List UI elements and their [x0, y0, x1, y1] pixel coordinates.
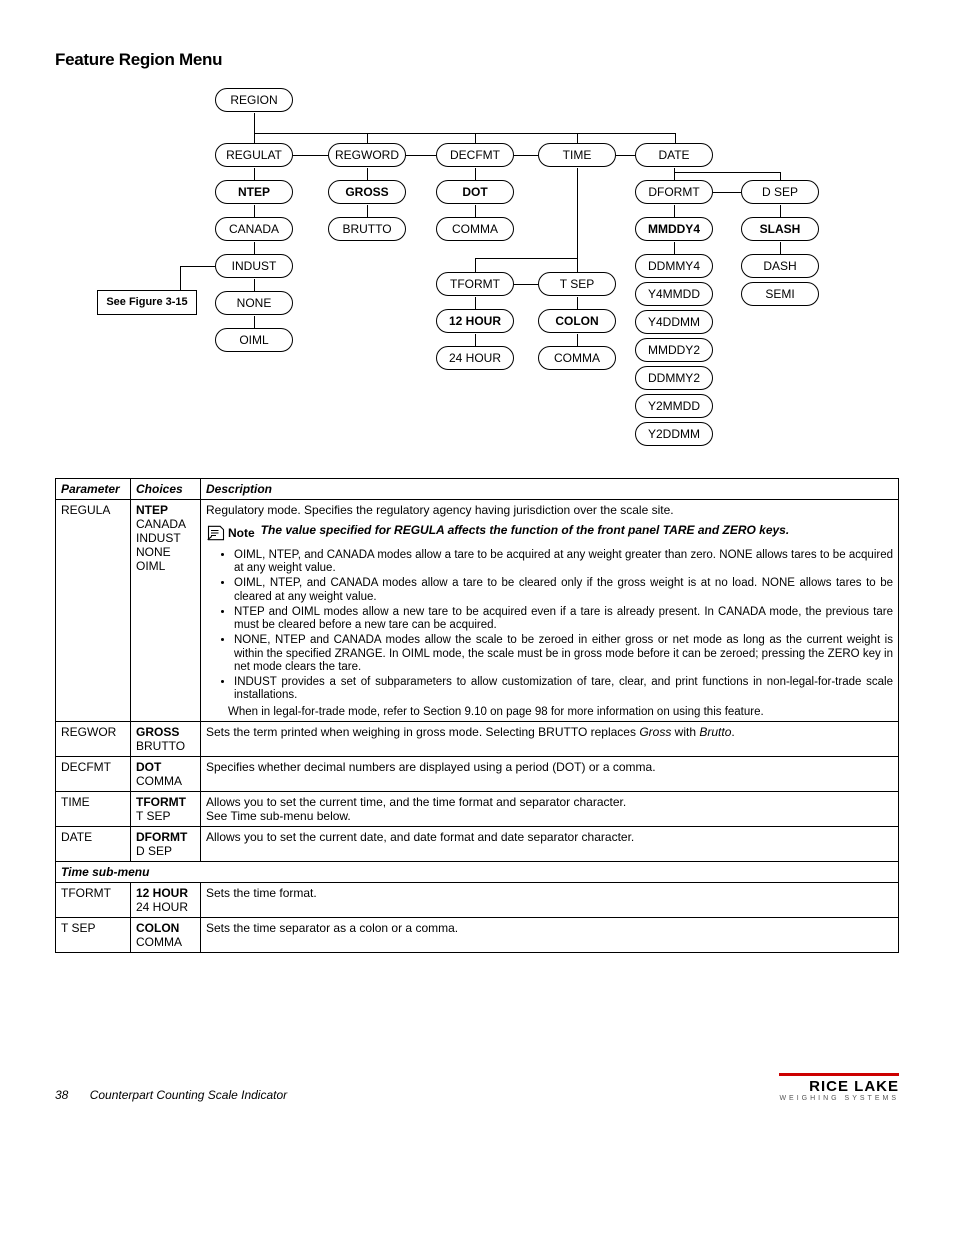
node-regword: REGWORD: [328, 143, 406, 167]
node-y4mmdd: Y4MMDD: [635, 282, 713, 306]
node-brutto: BRUTTO: [328, 217, 406, 241]
figure-ref: See Figure 3-15: [97, 290, 197, 315]
node-y2ddmm: Y2DDMM: [635, 422, 713, 446]
node-gross: GROSS: [328, 180, 406, 204]
table-row: DATE DFORMTD SEP Allows you to set the c…: [56, 827, 899, 862]
th-parameter: Parameter: [56, 479, 131, 500]
node-mmddy2: MMDDY2: [635, 338, 713, 362]
node-y4ddmm: Y4DDMM: [635, 310, 713, 334]
cell-description: Regulatory mode. Specifies the regulator…: [201, 500, 899, 722]
node-none: NONE: [215, 291, 293, 315]
node-y2mmdd: Y2MMDD: [635, 394, 713, 418]
brand-logo: RICE LAKE WEIGHING SYSTEMS: [779, 1073, 899, 1102]
table-row: REGULA NTEP CANADA INDUST NONE OIML Regu…: [56, 500, 899, 722]
node-dot: DOT: [436, 180, 514, 204]
th-choices: Choices: [131, 479, 201, 500]
node-canada: CANADA: [215, 217, 293, 241]
node-ddmmy4: DDMMY4: [635, 254, 713, 278]
table-row: TIME TFORMTT SEP Allows you to set the c…: [56, 792, 899, 827]
node-24hour: 24 HOUR: [436, 346, 514, 370]
node-colon: COLON: [538, 309, 616, 333]
node-oiml: OIML: [215, 328, 293, 352]
node-ntep: NTEP: [215, 180, 293, 204]
node-semi: SEMI: [741, 282, 819, 306]
node-tformt: TFORMT: [436, 272, 514, 296]
node-dformt: DFORMT: [635, 180, 713, 204]
node-indust: INDUST: [215, 254, 293, 278]
th-description: Description: [201, 479, 899, 500]
table-row: REGWOR GROSSBRUTTO Sets the term printed…: [56, 722, 899, 757]
node-slash: SLASH: [741, 217, 819, 241]
node-region: REGION: [215, 88, 293, 112]
submenu-header: Time sub-menu: [56, 862, 899, 883]
node-mmddy4: MMDDY4: [635, 217, 713, 241]
page-number: 38: [55, 1088, 68, 1102]
cell-param: REGULA: [56, 500, 131, 722]
node-regulat: REGULAT: [215, 143, 293, 167]
menu-tree-diagram: REGION REGULAT REGWORD DECFMT TIME DATE …: [75, 88, 855, 448]
node-12hour: 12 HOUR: [436, 309, 514, 333]
cell-choices: NTEP CANADA INDUST NONE OIML: [131, 500, 201, 722]
node-decfmt: DECFMT: [436, 143, 514, 167]
table-row: T SEP COLONCOMMA Sets the time separator…: [56, 918, 899, 953]
table-row: DECFMT DOTCOMMA Specifies whether decima…: [56, 757, 899, 792]
doc-title: Counterpart Counting Scale Indicator: [90, 1088, 287, 1102]
page-footer: 38 Counterpart Counting Scale Indicator …: [55, 1073, 899, 1102]
node-tcomma: COMMA: [538, 346, 616, 370]
node-tsep: T SEP: [538, 272, 616, 296]
node-date: DATE: [635, 143, 713, 167]
table-row: TFORMT 12 HOUR24 HOUR Sets the time form…: [56, 883, 899, 918]
page-title: Feature Region Menu: [55, 50, 899, 70]
parameter-table: Parameter Choices Description REGULA NTE…: [55, 478, 899, 953]
node-dsep: D SEP: [741, 180, 819, 204]
node-time: TIME: [538, 143, 616, 167]
node-dash: DASH: [741, 254, 819, 278]
node-comma: COMMA: [436, 217, 514, 241]
node-ddmmy2: DDMMY2: [635, 366, 713, 390]
note-icon: Note: [206, 523, 255, 543]
